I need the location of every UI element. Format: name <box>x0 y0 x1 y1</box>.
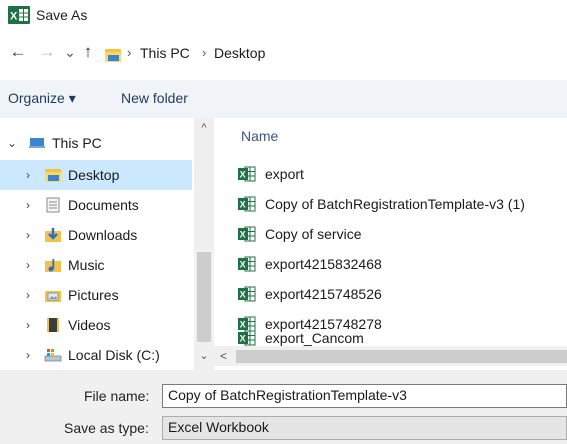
expand-chevron-icon[interactable]: › <box>20 228 36 242</box>
excel-file-icon: X <box>238 286 256 302</box>
breadcrumb-separator-icon: › <box>127 45 132 60</box>
nav-item-documents[interactable]: › Documents <box>0 190 192 220</box>
computer-icon <box>29 138 45 148</box>
excel-file-icon: X <box>238 330 256 346</box>
nav-label-this-pc: This PC <box>52 135 102 151</box>
nav-label-documents: Documents <box>68 197 139 213</box>
nav-label-music: Music <box>68 257 105 273</box>
nav-item-this-pc[interactable]: ⌄ This PC <box>0 128 192 158</box>
file-name: Copy of service <box>265 226 362 242</box>
nav-item-pictures[interactable]: › Pictures <box>0 280 192 310</box>
svg-text:X: X <box>10 11 18 23</box>
organize-button[interactable]: Organize ▾ <box>8 90 76 107</box>
file-name-input[interactable]: Copy of BatchRegistrationTemplate-v3 <box>162 384 567 408</box>
nav-label-videos: Videos <box>68 317 111 333</box>
forward-arrow-icon[interactable]: → <box>35 39 59 65</box>
column-header-name[interactable]: Name <box>241 128 278 144</box>
window-title: Save As <box>36 7 88 23</box>
expand-chevron-icon[interactable]: › <box>20 168 36 182</box>
file-name: Copy of BatchRegistrationTemplate-v3 (1) <box>265 196 525 212</box>
navigation-pane: ⌄ This PC › Desktop › Documents › Downlo… <box>0 118 214 370</box>
videos-folder-icon <box>47 318 59 332</box>
file-name: export4215748526 <box>265 286 382 302</box>
music-folder-icon <box>45 259 61 272</box>
expand-chevron-icon[interactable]: › <box>20 288 36 302</box>
list-item[interactable]: X export <box>238 159 567 189</box>
breadcrumb-separator-icon: › <box>202 45 207 60</box>
expand-chevron-icon[interactable]: ⌄ <box>4 136 20 150</box>
breadcrumb-desktop[interactable]: Desktop <box>214 45 265 61</box>
scroll-left-arrow-icon[interactable]: < <box>220 346 234 366</box>
file-list-scroll-thumb[interactable] <box>236 350 567 363</box>
svg-text:X: X <box>240 334 246 344</box>
nav-pane-scroll-thumb[interactable] <box>197 252 211 342</box>
excel-file-icon: X <box>238 166 256 182</box>
svg-text:X: X <box>240 260 246 270</box>
expand-chevron-icon[interactable]: › <box>20 318 36 332</box>
nav-item-desktop[interactable]: › Desktop <box>0 160 192 190</box>
desktop-folder-icon <box>104 47 122 63</box>
svg-text:X: X <box>240 230 246 240</box>
svg-text:X: X <box>240 200 246 210</box>
local-disk-icon <box>44 349 62 362</box>
list-item[interactable]: X export4215748526 <box>238 279 567 309</box>
svg-text:X: X <box>240 170 246 180</box>
documents-folder-icon <box>46 197 60 213</box>
file-name: export4215832468 <box>265 256 382 272</box>
downloads-folder-icon <box>45 228 61 242</box>
nav-label-desktop: Desktop <box>68 167 120 183</box>
file-name-label: File name: <box>84 388 150 404</box>
file-name: export <box>265 166 304 182</box>
expand-chevron-icon[interactable]: › <box>20 348 36 362</box>
list-item[interactable]: X Copy of service <box>238 219 567 249</box>
nav-label-local-disk: Local Disk (C:) <box>68 347 160 363</box>
expand-chevron-icon[interactable]: › <box>20 198 36 212</box>
navigation-bar: ← → ⌄ ↑ › This PC › Desktop <box>0 33 567 73</box>
up-arrow-icon[interactable]: ↑ <box>76 39 100 65</box>
nav-item-local-disk[interactable]: › Local Disk (C:) <box>0 340 192 370</box>
nav-item-downloads[interactable]: › Downloads <box>0 220 192 250</box>
excel-icon: X <box>8 6 30 24</box>
pictures-folder-icon <box>45 291 61 302</box>
nav-label-pictures: Pictures <box>68 287 119 303</box>
scroll-down-arrow-icon[interactable]: ⌄ <box>194 346 214 366</box>
back-arrow-icon[interactable]: ← <box>6 39 30 65</box>
nav-label-downloads: Downloads <box>68 227 138 243</box>
svg-text:X: X <box>240 290 246 300</box>
nav-item-music[interactable]: › Music <box>0 250 192 280</box>
desktop-folder-icon <box>44 167 62 183</box>
excel-file-icon: X <box>238 226 256 242</box>
save-as-type-select[interactable]: Excel Workbook <box>162 416 567 440</box>
file-name: export_Cancom <box>265 330 364 346</box>
expand-chevron-icon[interactable]: › <box>20 258 36 272</box>
excel-file-icon: X <box>238 196 256 212</box>
command-toolbar: Organize ▾ New folder <box>0 80 567 118</box>
list-item[interactable]: X export4215832468 <box>238 249 567 279</box>
list-item[interactable]: X Copy of BatchRegistrationTemplate-v3 (… <box>238 189 567 219</box>
nav-item-videos[interactable]: › Videos <box>0 310 192 340</box>
new-folder-button[interactable]: New folder <box>121 90 188 106</box>
excel-file-icon: X <box>238 256 256 272</box>
save-as-type-label: Save as type: <box>64 420 149 436</box>
title-bar: X Save As <box>0 0 567 32</box>
scroll-up-arrow-icon[interactable]: ^ <box>194 118 214 138</box>
breadcrumb-this-pc[interactable]: This PC <box>140 45 190 61</box>
